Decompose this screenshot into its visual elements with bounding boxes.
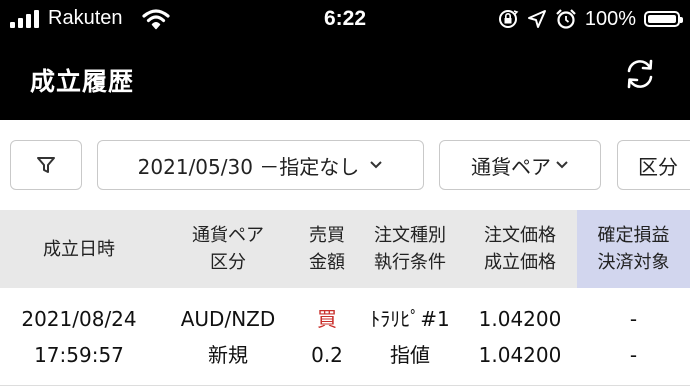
buy-side-label: 買 [317, 307, 337, 331]
alarm-icon [556, 9, 576, 29]
date-range-selector[interactable]: 2021/05/30 －指定なし [97, 140, 424, 190]
cell-datetime: 2021/08/24 17:59:57 [21, 307, 137, 367]
page-title: 成立履歴 [30, 67, 135, 96]
status-bar: Rakuten 6:22 100% [0, 0, 690, 38]
refresh-icon[interactable] [622, 56, 658, 92]
cell-side-amount: 買 0.2 [298, 292, 356, 382]
chevron-down-icon [370, 161, 383, 169]
cell-order-type: ﾄﾗﾘﾋﾟ#1 指値 [370, 307, 450, 367]
table-row[interactable]: 2021/08/24 17:59:57 AUD/NZD 新規 買 0.2 ﾄﾗﾘ… [0, 292, 690, 382]
row-divider [0, 385, 690, 386]
app-header: Rakuten 6:22 100% 成立履歴 [0, 0, 690, 120]
cell-pnl: - - [629, 307, 638, 367]
kubun-selector[interactable]: 区分 [617, 140, 690, 190]
column-header-pnl: 確定損益 決済対象 [577, 210, 690, 288]
battery-percent: 100% [584, 7, 636, 30]
column-header-order-type: 注文種別 執行条件 [374, 225, 446, 273]
column-header-pair: 通貨ペア 区分 [192, 225, 264, 273]
orientation-lock-icon [498, 10, 519, 28]
currency-pair-selector[interactable]: 通貨ペア [439, 140, 601, 190]
column-header-side: 売買 金額 [309, 225, 345, 273]
location-arrow-icon [527, 10, 546, 28]
chevron-down-icon [556, 161, 568, 169]
cell-pair: AUD/NZD 新規 [180, 307, 276, 367]
currency-pair-label: 通貨ペア [471, 154, 551, 179]
kubun-label: 区分 [638, 154, 678, 179]
table-header: 成立日時 通貨ペア 区分 売買 金額 注文種別 執行条件 注文価格 成立価格 確… [0, 210, 690, 288]
filter-icon [37, 157, 55, 173]
filter-button[interactable] [10, 140, 82, 190]
cell-price: 1.04200 1.04200 [478, 307, 562, 367]
date-range-value: 2021/05/30 －指定なし [137, 154, 360, 179]
column-header-datetime: 成立日時 [43, 238, 115, 260]
column-header-price: 注文価格 成立価格 [484, 225, 556, 273]
battery-icon [644, 11, 683, 27]
filter-bar: 2021/05/30 －指定なし 通貨ペア 区分 [0, 140, 690, 192]
